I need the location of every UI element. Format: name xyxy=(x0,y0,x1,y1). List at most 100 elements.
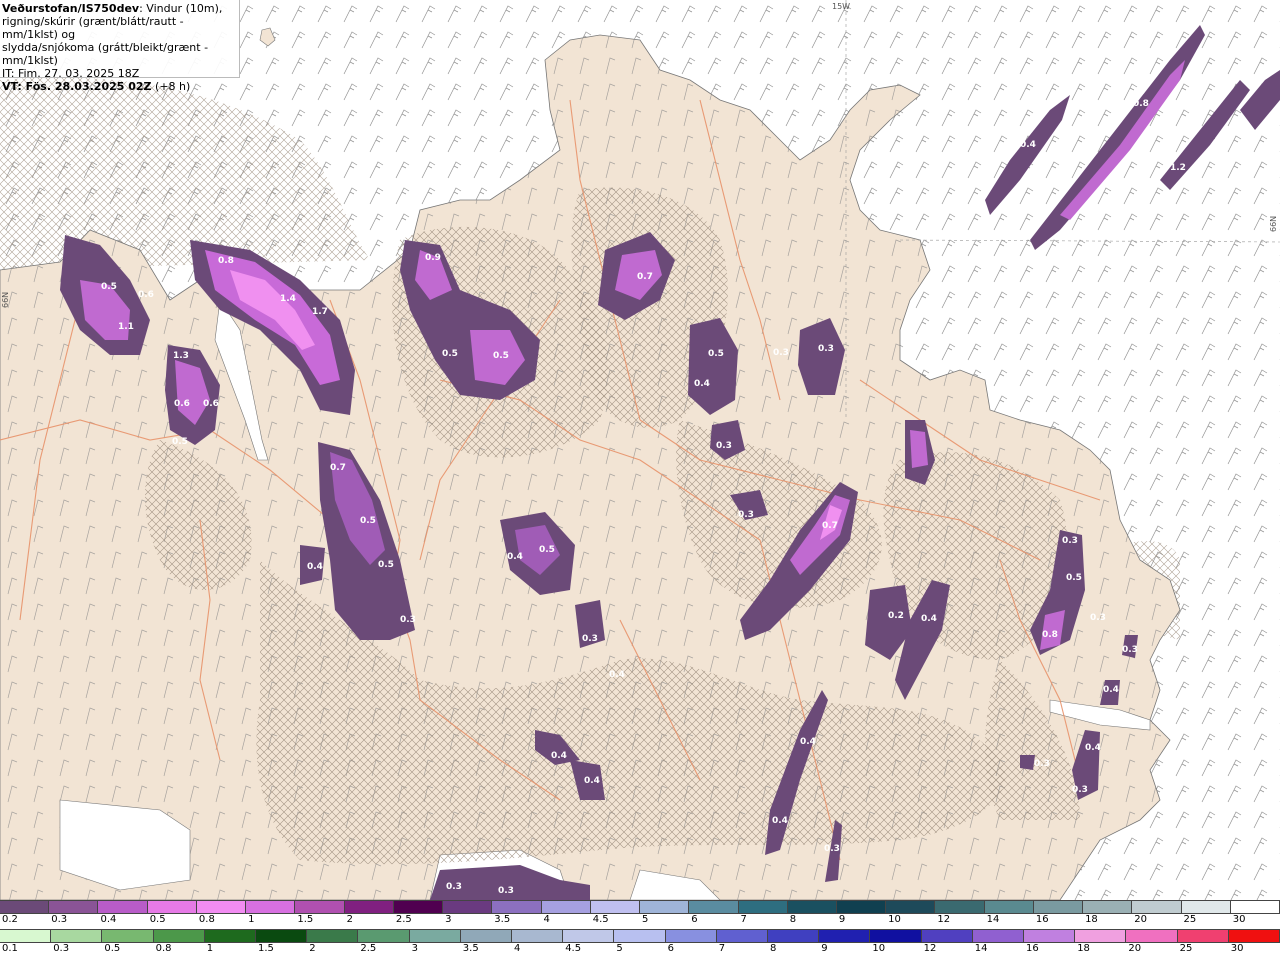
legend-label: 8 xyxy=(789,914,797,925)
legend-rain-labels: 0.1 0.3 0.5 0.8 1 1.5 2 2.5 3 3.5 4 4.5 5 6 7 8 9 10 12 14 1… xyxy=(0,943,1280,957)
legend-label: 10 xyxy=(888,914,901,925)
legend-swatch xyxy=(590,901,641,913)
precip-value: 0.7 xyxy=(330,463,346,473)
legend-label: 30 xyxy=(1232,914,1246,925)
precip-value: 0.5 xyxy=(1066,573,1082,583)
precip-value: 0.3 xyxy=(1072,785,1088,795)
precip-value: 0.8 xyxy=(1133,99,1149,109)
precip-value: 0.8 xyxy=(218,256,234,266)
legend-label: 4.5 xyxy=(565,943,582,954)
legend-label: 5 xyxy=(642,914,649,925)
legend-swatch xyxy=(1075,930,1127,942)
valid-time: VT: Fös. 28.03.2025 02Z xyxy=(2,80,152,93)
valid-time-line: VT: Fös. 28.03.2025 02Z (+8 h) xyxy=(2,80,239,93)
precip-value: 0.5 xyxy=(708,349,724,359)
legend-swatch xyxy=(1228,930,1280,942)
legend-swatch xyxy=(819,930,871,942)
legend-swatch xyxy=(147,901,197,913)
legend-label: 9 xyxy=(838,914,846,925)
legend-label: 2.5 xyxy=(395,914,412,925)
legend-swatch xyxy=(512,930,564,942)
legend-label: 6 xyxy=(667,943,674,954)
precip-value: 0.8 xyxy=(1042,630,1058,640)
legend-label: 10 xyxy=(872,943,886,954)
legend-snow-labels: 0.2 0.3 0.4 0.5 0.8 1 1.5 2 2.5 3 3.5 4 4.5 5 6 7 8 9 10 12… xyxy=(0,914,1280,928)
legend-swatch xyxy=(689,901,739,913)
precip-value: 0.3 xyxy=(582,634,598,644)
legend-label: 0.4 xyxy=(100,914,117,925)
legend-swatch xyxy=(246,901,296,913)
legend-swatch xyxy=(393,901,444,913)
precip-value: 0.7 xyxy=(637,272,653,282)
legend-label: 4.5 xyxy=(592,914,609,925)
precip-value: 0.4 xyxy=(1103,685,1119,695)
legend-swatch xyxy=(614,930,666,942)
legend-swatch xyxy=(492,901,542,913)
precip-value: 0.4 xyxy=(584,776,600,786)
precip-value: 0.5 xyxy=(539,545,555,555)
legend-label: 9 xyxy=(821,943,828,954)
legend-swatch xyxy=(1230,901,1280,913)
legend-swatch xyxy=(768,930,820,942)
precip-value: 0.4 xyxy=(800,737,816,747)
legend-label: 20 xyxy=(1134,914,1148,925)
map-canvas: 15W 66N 66N 0.5 0.6 1.1 0.8 1.4 1.7 1.3 … xyxy=(0,0,1280,901)
precip-value: 0.4 xyxy=(551,751,567,761)
precip-value: 0.7 xyxy=(822,521,838,531)
legend-swatch xyxy=(1024,930,1076,942)
legend-swatch xyxy=(295,901,345,913)
precip-value: 0.4 xyxy=(609,670,625,680)
legend-swatch xyxy=(787,901,837,913)
precip-value: 0.4 xyxy=(1085,743,1101,753)
precip-value: 0.6 xyxy=(174,399,190,409)
precip-value: 0.4 xyxy=(921,614,937,624)
precip-value: 0.3 xyxy=(773,348,789,358)
legend-swatch xyxy=(98,901,148,913)
legend-swatch xyxy=(256,930,308,942)
latitude-label-right: 66N xyxy=(1269,216,1278,232)
legend-swatch xyxy=(563,930,615,942)
precip-value: 0.4 xyxy=(307,562,323,572)
precip-value: 0.5 xyxy=(493,351,509,361)
legend-label: 1.5 xyxy=(258,943,274,954)
legend-label: 3 xyxy=(445,914,452,925)
legend-label: 12 xyxy=(923,943,937,954)
legend-label: 1 xyxy=(206,943,214,954)
legend-label: 1.5 xyxy=(297,914,314,925)
precip-value: 0.4 xyxy=(694,379,710,389)
precip-value: 0.5 xyxy=(378,560,394,570)
legend-swatch xyxy=(49,901,99,913)
legend-label: 2 xyxy=(346,914,353,925)
legend-label: 25 xyxy=(1183,914,1197,925)
lead-time: (+8 h) xyxy=(151,80,191,93)
legend-swatch xyxy=(196,901,247,913)
precip-value: 1.7 xyxy=(312,307,328,317)
legend-swatch xyxy=(716,930,769,942)
legend-label: 12 xyxy=(937,914,951,925)
legend-swatch xyxy=(541,901,591,913)
precip-value: 0.3 xyxy=(1034,759,1050,769)
legend-label: 0.5 xyxy=(149,914,166,925)
legend-swatch xyxy=(1126,930,1178,942)
legend-label: 0.3 xyxy=(53,943,70,954)
map-info-box: Veðurstofan/IS750dev: Vindur (10m), rign… xyxy=(0,0,240,93)
precip-value: 0.4 xyxy=(507,552,523,562)
precip-value: 0.4 xyxy=(772,816,788,826)
precip-value: 0.3 xyxy=(1090,613,1106,623)
info-line-snow: slydda/snjókoma (grátt/bleikt/grænt - mm… xyxy=(2,41,209,67)
precip-value: 0.3 xyxy=(824,844,840,854)
legend-label: 2.5 xyxy=(360,943,377,954)
precip-value: 0.5 xyxy=(101,282,117,292)
precip-value: 0.5 xyxy=(360,516,376,526)
legend-swatch xyxy=(984,901,1034,913)
precip-value: 1.1 xyxy=(118,322,134,332)
legend-label: 0.8 xyxy=(198,914,215,925)
legend-swatch xyxy=(935,901,985,913)
legend-swatch xyxy=(0,901,50,913)
legend-rain-colorbar xyxy=(0,929,1280,943)
precip-value: 0.3 xyxy=(1122,645,1138,655)
legend-swatch xyxy=(738,901,788,913)
legend-swatch xyxy=(886,901,936,913)
legend-label: 4 xyxy=(543,914,550,925)
legend-swatch xyxy=(307,930,359,942)
